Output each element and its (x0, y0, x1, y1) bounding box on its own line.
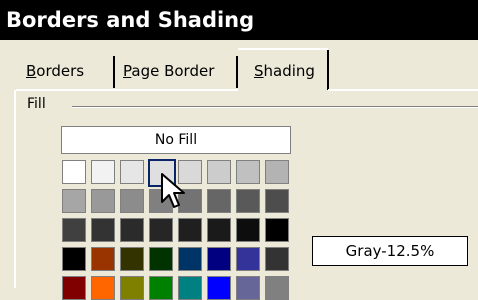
color-swatch[interactable] (120, 218, 144, 242)
no-fill-button[interactable]: No Fill (61, 126, 291, 154)
color-swatch[interactable] (265, 189, 289, 213)
tab-panel-edge (14, 90, 16, 288)
color-swatch[interactable] (207, 189, 231, 213)
tab-panel-edge (328, 89, 478, 91)
color-swatch[interactable] (149, 276, 173, 300)
color-swatch[interactable] (178, 218, 202, 242)
color-swatch[interactable] (178, 247, 202, 271)
tab-divider (113, 56, 115, 88)
color-swatch[interactable] (149, 247, 173, 271)
color-swatch[interactable] (120, 276, 144, 300)
tab-shading[interactable]: Shading (254, 62, 315, 80)
tab-page-border[interactable]: Page Border (123, 62, 214, 80)
fill-group-divider (72, 106, 478, 107)
color-swatch[interactable] (236, 218, 260, 242)
fill-group-label: Fill (27, 96, 46, 112)
active-tab-top-edge (238, 48, 328, 50)
color-swatch[interactable] (120, 189, 144, 213)
tab-borders-mnemonic: B (26, 62, 37, 80)
tab-page-border-label: age Border (131, 62, 215, 80)
selected-color-name: Gray-12.5% (312, 236, 468, 266)
tab-divider (327, 50, 329, 90)
dialog-title-bar: Borders and Shading (0, 0, 478, 40)
color-swatch[interactable] (207, 276, 231, 300)
color-swatch[interactable] (91, 189, 115, 213)
color-swatch[interactable] (207, 160, 231, 184)
color-swatch[interactable] (207, 247, 231, 271)
color-swatch[interactable] (178, 276, 202, 300)
color-swatch[interactable] (62, 247, 86, 271)
color-swatch[interactable] (207, 218, 231, 242)
dialog-title: Borders and Shading (6, 8, 255, 32)
tab-panel-edge (16, 89, 238, 91)
color-swatch[interactable] (265, 247, 289, 271)
color-swatch[interactable] (62, 218, 86, 242)
color-swatch[interactable] (91, 218, 115, 242)
color-swatch[interactable] (91, 276, 115, 300)
color-swatch[interactable] (236, 247, 260, 271)
color-swatch[interactable] (120, 160, 144, 184)
tab-borders[interactable]: Borders (26, 62, 84, 80)
tab-shading-mnemonic: S (254, 62, 264, 80)
color-swatch[interactable] (236, 160, 260, 184)
color-swatch[interactable] (265, 218, 289, 242)
color-swatch[interactable] (62, 276, 86, 300)
color-swatch[interactable] (265, 276, 289, 300)
color-swatch[interactable] (236, 189, 260, 213)
color-swatch[interactable] (265, 160, 289, 184)
color-swatch[interactable] (91, 247, 115, 271)
tab-borders-label: orders (36, 62, 85, 80)
color-swatch[interactable] (149, 218, 173, 242)
tab-shading-label: hading (263, 62, 315, 80)
color-swatch[interactable] (62, 189, 86, 213)
color-swatch[interactable] (236, 276, 260, 300)
arrow-cursor-icon (161, 173, 185, 208)
tab-divider (236, 56, 238, 88)
color-swatch[interactable] (91, 160, 115, 184)
color-swatch[interactable] (120, 247, 144, 271)
color-swatch[interactable] (62, 160, 86, 184)
